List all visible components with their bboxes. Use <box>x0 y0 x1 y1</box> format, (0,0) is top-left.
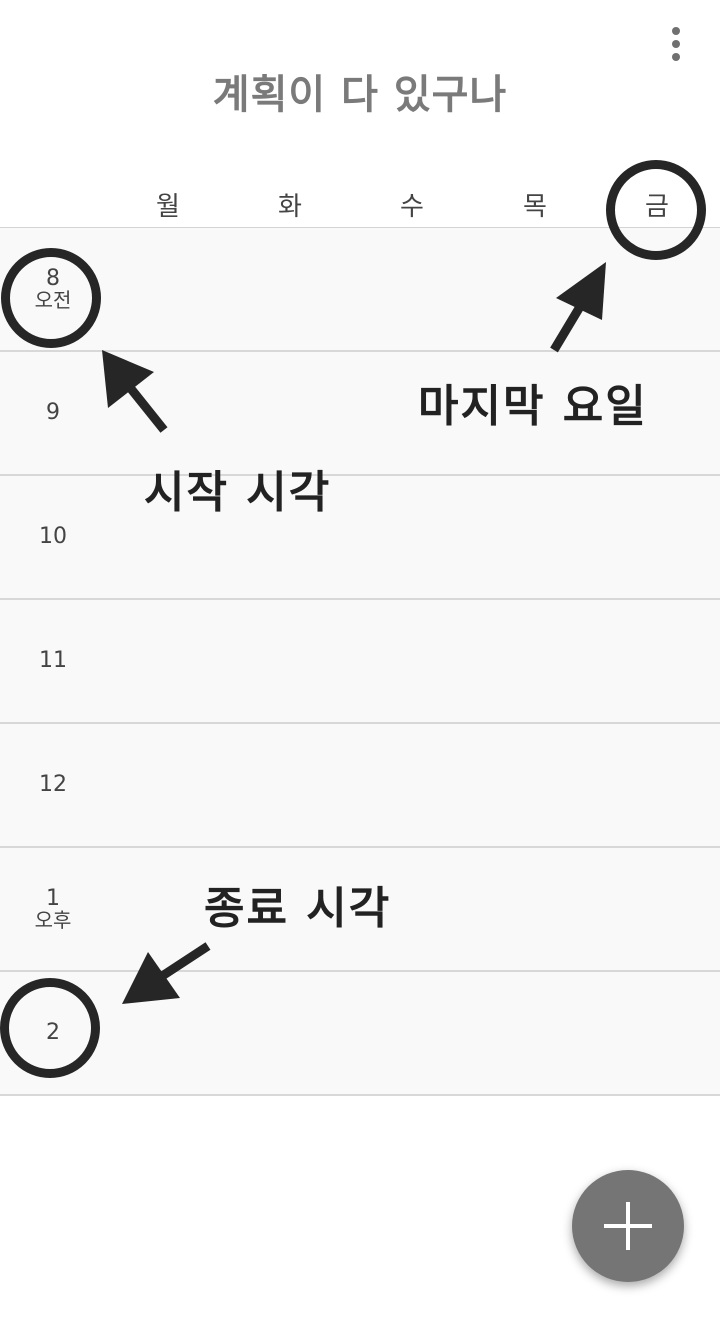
day-mon[interactable]: 월 <box>138 186 198 223</box>
time-row-2pm[interactable]: 2 <box>0 972 720 1096</box>
hour-number: 2 <box>46 1020 60 1046</box>
more-vert-icon-dot <box>672 53 680 61</box>
hour-number: 11 <box>39 648 67 674</box>
hour-number: 10 <box>39 524 67 550</box>
plus-icon <box>604 1202 652 1250</box>
day-wed[interactable]: 수 <box>382 186 442 223</box>
day-header: 월 화 수 목 금 <box>0 186 720 228</box>
hour-label: 1 오후 <box>0 848 106 970</box>
hour-number: 1 <box>46 885 60 911</box>
hour-label: 12 <box>0 724 106 846</box>
time-row-10[interactable]: 10 <box>0 476 720 600</box>
hour-number: 8 <box>46 265 60 291</box>
time-row-12[interactable]: 12 <box>0 724 720 848</box>
more-options-button[interactable] <box>656 22 696 66</box>
day-tue[interactable]: 화 <box>260 186 320 223</box>
add-button[interactable] <box>572 1170 684 1282</box>
hour-label: 8 오전 <box>0 228 106 350</box>
hour-label: 11 <box>0 600 106 722</box>
more-vert-icon-dot <box>672 40 680 48</box>
end-time-annotation: 종료 시각 <box>204 883 392 934</box>
hour-number: 9 <box>46 400 60 426</box>
hour-label: 10 <box>0 476 106 598</box>
more-vert-icon <box>672 27 680 35</box>
app-title: 계획이 다 있구나 <box>212 72 508 118</box>
timetable-grid: 8 오전 9 10 11 12 1 오후 2 <box>0 227 720 1096</box>
time-row-8[interactable]: 8 오전 <box>0 228 720 352</box>
hour-number: 12 <box>39 772 67 798</box>
hour-label: 9 <box>0 352 106 474</box>
hour-period: 오후 <box>34 908 72 933</box>
hour-label: 2 <box>0 972 106 1094</box>
time-row-11[interactable]: 11 <box>0 600 720 724</box>
day-thu[interactable]: 목 <box>505 186 565 223</box>
day-fri[interactable]: 금 <box>627 186 687 223</box>
hour-period: 오전 <box>34 288 72 313</box>
start-time-annotation: 시작 시각 <box>144 467 332 518</box>
last-day-annotation: 마지막 요일 <box>418 381 648 432</box>
